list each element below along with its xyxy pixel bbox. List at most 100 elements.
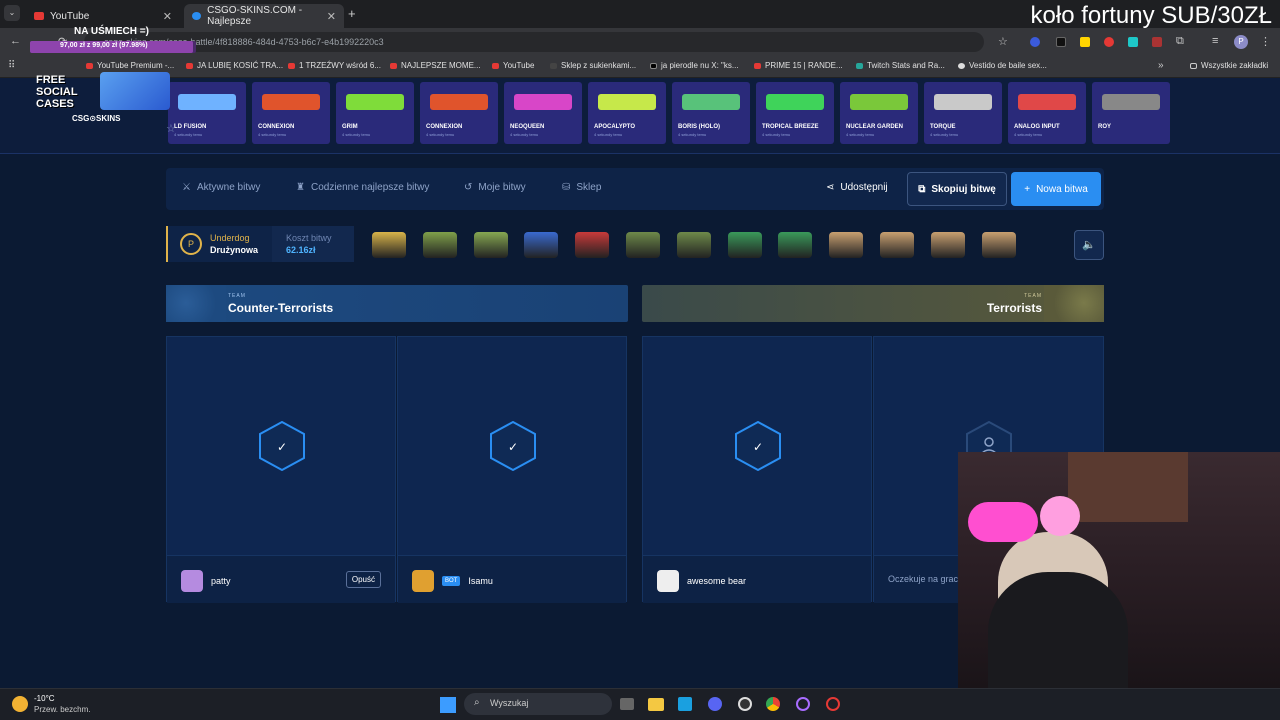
case-item[interactable] [981, 232, 1016, 258]
bookmark-item[interactable]: PRIME 15 | RANDE... [754, 61, 843, 70]
drop-card[interactable]: TROPICAL BREEZE 4 sekundy temu [756, 82, 834, 144]
close-icon[interactable]: ✕ [327, 10, 336, 23]
more-bookmarks-icon[interactable]: » [1158, 60, 1164, 71]
sound-toggle-button[interactable]: 🔈 [1074, 230, 1104, 260]
plus-icon: + [1024, 183, 1031, 195]
drop-name: TROPICAL BREEZE [762, 124, 819, 130]
drop-card[interactable]: GRIM 4 sekundy temu [336, 82, 414, 144]
case-item[interactable] [829, 232, 864, 258]
new-battle-button[interactable]: + Nowa bitwa [1011, 172, 1101, 206]
bookmark-item[interactable]: Vestido de baile sex... [958, 61, 1047, 70]
bookmark-item[interactable]: ja pierodle nu X: "ks... [650, 61, 739, 70]
drop-name: LD FUSION [174, 124, 207, 130]
player-info: BOT Isamu [412, 570, 493, 592]
back-icon[interactable]: ← [10, 35, 21, 47]
file-explorer-icon[interactable] [648, 698, 664, 711]
underdog-icon: P [180, 233, 202, 255]
battle-nav: ⚔ Aktywne bitwy ♜ Codzienne najlepsze bitw… [166, 168, 1104, 210]
bookmark-star-icon[interactable]: ☆ [998, 35, 1008, 48]
bookmark-item[interactable]: NAJLEPSZE MOME... [390, 61, 481, 70]
nav-my-battles[interactable]: ↺ Moje bitwy [464, 182, 526, 193]
reading-list-icon[interactable]: ≡ [1212, 35, 1218, 47]
case-item[interactable] [473, 232, 508, 258]
free-cases-promo[interactable]: FREE SOCIAL CASES CSG⊙SKINS [26, 70, 172, 126]
case-image [100, 72, 170, 110]
drop-card[interactable]: BORIS (HOLO) 4 sekundy temu [672, 82, 750, 144]
bookmark-item[interactable]: Sklep z sukienkami... [550, 61, 636, 70]
bookmark-item[interactable]: YouTube Premium -... [86, 61, 174, 70]
new-tab-icon[interactable]: + [348, 6, 356, 21]
goal-bar: 97,00 zł z 99,00 zł (97.98%) [30, 41, 196, 53]
tab-youtube[interactable]: YouTube ✕ [26, 4, 180, 28]
trophy-icon: ♜ [296, 182, 305, 193]
drop-time: 4 sekundy temu [174, 132, 203, 137]
nav-active-battles[interactable]: ⚔ Aktywne bitwy [182, 182, 260, 193]
drop-name: CONNEXION [426, 124, 463, 130]
app-icon[interactable] [826, 697, 840, 711]
leave-button[interactable]: Opuść [345, 571, 381, 588]
drop-name: ROY [1098, 124, 1112, 130]
bookmark-item[interactable]: 1 TRZEŹWY wśród 6... [288, 61, 381, 70]
nav-daily-best[interactable]: ♜ Codzienne najlepsze bitwy [296, 182, 429, 193]
store-icon[interactable] [678, 697, 692, 711]
copy-battle-button[interactable]: ⧉ Skopiuj bitwę [907, 172, 1007, 206]
drop-card[interactable]: CONNEXION 4 sekundy temu [252, 82, 330, 144]
extension-icon[interactable] [1104, 37, 1114, 47]
drop-card[interactable]: LD FUSION 4 sekundy temu [168, 82, 246, 144]
url-field[interactable]: csgo-skins.com/case-battle/4f818886-484d… [84, 32, 984, 52]
tab-csgo-skins[interactable]: CSGO-SKINS.COM - Najlepsze ✕ [184, 4, 344, 28]
case-item[interactable] [930, 232, 965, 258]
case-item[interactable] [575, 232, 610, 258]
menu-icon[interactable]: ⋮ [1260, 35, 1271, 48]
case-item[interactable] [422, 232, 457, 258]
case-item[interactable] [727, 232, 762, 258]
apps-icon[interactable]: ⠿ [8, 60, 15, 71]
stream-title: koło fortuny SUB/30ZŁ [1030, 2, 1272, 29]
drop-card[interactable]: ANALOG INPUT 4 sekundy temu [1008, 82, 1086, 144]
extensions-puzzle-icon[interactable]: ⧉ [1176, 35, 1184, 48]
case-item[interactable] [880, 232, 914, 258]
bookmark-item[interactable]: Twitch Stats and Ra... [856, 61, 945, 70]
profile-avatar[interactable]: P [1234, 35, 1248, 49]
discord-icon[interactable] [708, 697, 722, 711]
drop-card[interactable]: TORQUE 4 sekundy temu [924, 82, 1002, 144]
case-item[interactable] [524, 232, 559, 258]
copy-icon: ⧉ [918, 183, 926, 195]
weapon-image [514, 94, 572, 110]
bookmark-item[interactable]: JA LUBIĘ KOSIĆ TRA... [186, 61, 283, 70]
drop-card[interactable]: ROY [1092, 82, 1170, 144]
case-item[interactable] [372, 232, 406, 258]
obs-icon[interactable] [738, 697, 752, 711]
extension-icon[interactable] [1080, 37, 1090, 47]
ct-emblem-icon [166, 285, 226, 322]
drop-name: CONNEXION [258, 124, 295, 130]
favorite-star-icon[interactable]: ☆ [166, 122, 176, 135]
tab-search-icon[interactable]: ⌄ [4, 5, 20, 21]
drop-name: ANALOG INPUT [1014, 124, 1060, 130]
drop-name: TORQUE [930, 124, 956, 130]
drop-card[interactable]: APOCALYPTO 4 sekundy temu [588, 82, 666, 144]
case-item[interactable] [676, 232, 711, 258]
drop-card[interactable]: NEOQUEEN 4 sekundy temu [504, 82, 582, 144]
close-icon[interactable]: ✕ [163, 10, 172, 23]
task-view-icon[interactable] [620, 698, 634, 710]
start-icon[interactable] [440, 697, 456, 713]
case-item[interactable] [626, 232, 660, 258]
drop-card[interactable]: NUCLEAR GARDEN 4 sekundy temu [840, 82, 918, 144]
weather-icon[interactable] [12, 696, 28, 712]
bookmark-item[interactable]: YouTube [492, 61, 534, 70]
extension-icon[interactable] [1128, 37, 1138, 47]
case-item[interactable] [778, 232, 813, 258]
all-bookmarks[interactable]: Wszystkie zakładki [1190, 61, 1268, 70]
extension-icon[interactable] [1056, 37, 1066, 47]
app-icon[interactable] [796, 697, 810, 711]
nav-shop[interactable]: ⛁ Sklep [562, 182, 601, 193]
tab-title: CSGO-SKINS.COM - Najlepsze [207, 5, 303, 27]
chrome-icon[interactable] [766, 697, 780, 711]
drop-name: APOCALYPTO [594, 124, 636, 130]
share-button[interactable]: ⋖ Udostępnij [826, 182, 888, 193]
extension-icon[interactable] [1152, 37, 1162, 47]
drop-card[interactable]: CONNEXION 4 sekundy temu [420, 82, 498, 144]
extension-icon[interactable] [1030, 37, 1040, 47]
search-box[interactable]: ⌕ Wyszukaj [464, 693, 612, 715]
